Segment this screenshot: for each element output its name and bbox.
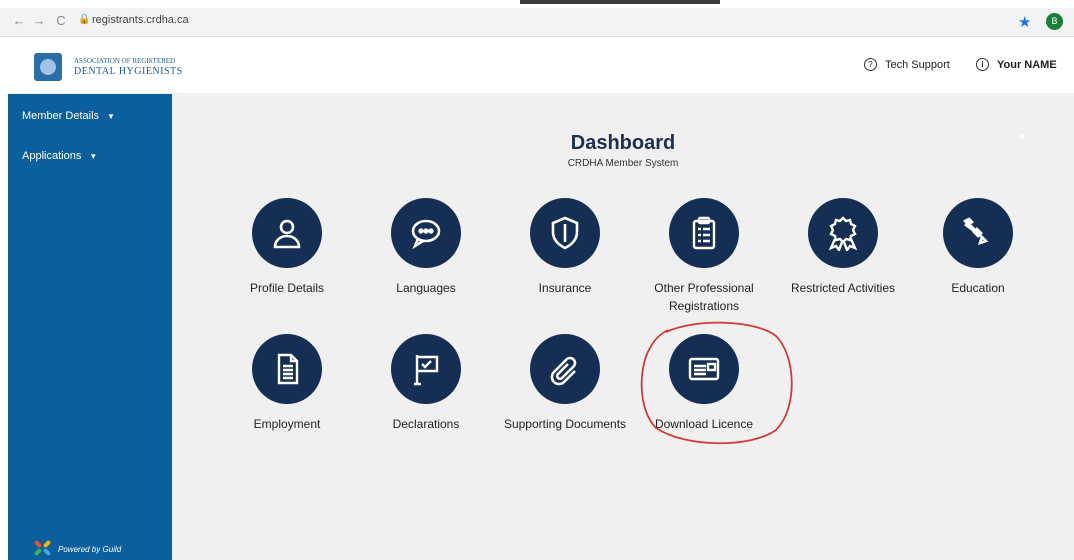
site-header: ASSOCIATION OF REGISTERED DENTAL HYGIENI… — [8, 37, 1074, 94]
red-circle-annotation — [640, 321, 793, 445]
dashboard-main: Dashboard CRDHA Member System Profile De… — [172, 94, 1074, 560]
tech-support-link[interactable]: ? Tech Support — [864, 58, 950, 71]
crdha-logo[interactable]: ASSOCIATION OF REGISTERED DENTAL HYGIENI… — [34, 53, 184, 83]
tile-declarations[interactable]: Declarations — [356, 334, 496, 433]
logo-mark-icon — [34, 53, 62, 81]
caret-down-icon: ▼ — [107, 112, 115, 121]
pencil-icon — [963, 217, 989, 246]
sidebar-item-applications[interactable]: Applications ▼ — [22, 150, 97, 162]
sidebar-item-member-details[interactable]: Member Details ▼ — [22, 110, 115, 122]
tile-languages[interactable]: Languages — [356, 198, 496, 297]
bookmark-star-icon[interactable]: ★ — [1018, 13, 1031, 31]
tile-label: Languages — [396, 281, 456, 295]
url-text[interactable]: registrants.crdha.ca — [92, 14, 189, 26]
tile-label: Supporting Documents — [503, 417, 627, 431]
lock-icon: 🔒 — [78, 14, 91, 25]
window-top-strip — [0, 0, 1074, 8]
back-arrow-icon[interactable]: ← — [10, 12, 28, 30]
logo-line1: ASSOCIATION OF REGISTERED — [74, 57, 176, 65]
sidebar-item-label: Member Details — [22, 110, 100, 122]
flag-icon — [414, 355, 439, 386]
tile-label: Employment — [253, 417, 321, 431]
user-menu[interactable]: i Your NAME — [976, 58, 1057, 71]
paperclip-icon — [550, 356, 577, 386]
page-title: Dashboard — [570, 132, 676, 154]
guild-logo-icon — [33, 539, 52, 557]
top-bar-accent — [520, 0, 720, 4]
shield-icon — [551, 216, 579, 250]
page-subtitle: CRDHA Member System — [567, 158, 679, 169]
tile-restricted-activities[interactable]: Restricted Activities — [773, 198, 913, 297]
help-icon: ? — [864, 58, 877, 71]
powered-by-guild[interactable]: Powered by Guild — [33, 539, 122, 557]
tech-support-label: Tech Support — [885, 58, 950, 71]
tile-insurance[interactable]: Insurance — [495, 198, 635, 297]
award-ribbon-icon — [828, 216, 858, 251]
browser-profile-avatar[interactable]: B — [1046, 13, 1063, 30]
tile-profile-details[interactable]: Profile Details — [217, 198, 357, 297]
document-icon — [277, 353, 299, 385]
tile-label: Other Professional Registrations — [654, 281, 754, 313]
tile-label: Education — [951, 281, 1005, 295]
speech-bubble-icon — [411, 219, 441, 250]
sidebar-item-label: Applications — [22, 150, 82, 162]
powered-by-text: Powered by Guild — [58, 544, 122, 554]
sidebar: Member Details ▼ Applications ▼ Powered by… — [8, 94, 172, 560]
browser-address-bar: ← → C 🔒 registrants.crdha.ca ★ B — [0, 8, 1074, 37]
tile-label: Insurance — [538, 281, 592, 295]
tile-label: Profile Details — [249, 281, 325, 295]
tile-label: Restricted Activities — [790, 281, 896, 295]
clipboard-icon — [692, 216, 716, 250]
tile-supporting-documents[interactable]: Supporting Documents — [495, 334, 635, 433]
logo-line2: DENTAL HYGIENISTS — [74, 66, 183, 77]
caret-down-icon: ▼ — [89, 152, 98, 161]
tile-label: Declarations — [392, 417, 460, 431]
tile-employment[interactable]: Employment — [217, 334, 357, 433]
decorative-dot — [1020, 134, 1025, 139]
user-name: Your NAME — [997, 58, 1057, 71]
tile-education[interactable]: Education — [908, 198, 1048, 297]
forward-arrow-icon[interactable]: → — [30, 12, 48, 30]
profile-icon — [273, 219, 301, 249]
tile-other-professional-registrations[interactable]: Other Professional Registrations — [634, 198, 774, 315]
reload-icon[interactable]: C — [52, 12, 70, 30]
user-icon: i — [976, 58, 989, 71]
